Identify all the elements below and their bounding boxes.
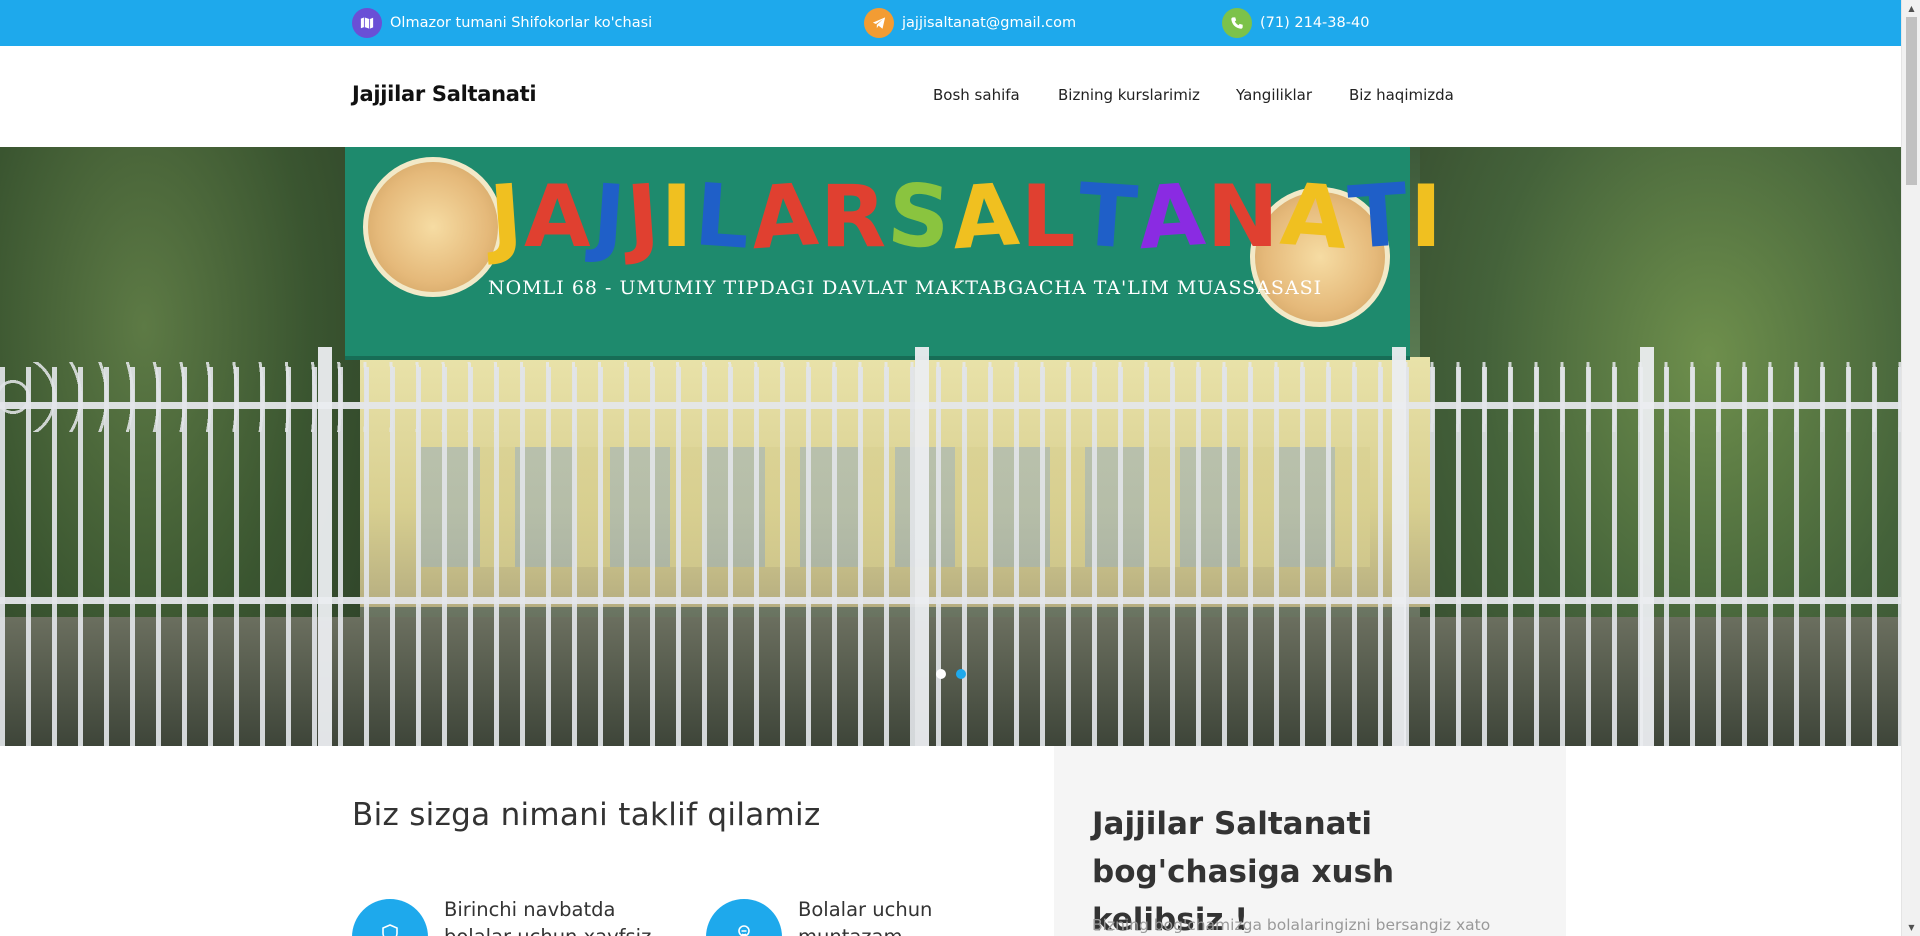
scroll-down-arrow-icon[interactable]: ▼ — [1902, 919, 1920, 936]
nav-link-news[interactable]: Yangiliklar — [1236, 86, 1312, 104]
site-logo[interactable]: Jajjilar Saltanati — [352, 82, 537, 106]
sign-letter: L — [1020, 167, 1078, 267]
sign-letter: I — [660, 167, 695, 267]
map-icon — [352, 8, 382, 38]
slider-dot[interactable] — [955, 669, 966, 679]
scroll-up-arrow-icon[interactable]: ▲ — [1902, 0, 1920, 17]
slider-dots — [0, 669, 1901, 679]
address-contact: Olmazor tumani Shifokorlar ko'chasi — [352, 8, 652, 38]
sign-letter: A — [948, 164, 1025, 270]
sign-letter: A — [747, 164, 824, 270]
sign-letter: R — [819, 167, 889, 267]
sign-letters: JAJJILARSALTANATI — [486, 164, 1444, 270]
telegram-icon — [864, 8, 894, 38]
top-contact-bar: Olmazor tumani Shifokorlar ko'chasi jajj… — [0, 0, 1901, 46]
nav-link-courses[interactable]: Bizning kurslarimiz — [1058, 86, 1200, 104]
phone-link[interactable]: (71) 214-38-40 — [1260, 15, 1369, 31]
scrollbar-thumb[interactable] — [1906, 17, 1917, 185]
hero-slider: JAJJILARSALTANATI NOMLI 68 - UMUMIY TIPD… — [0, 147, 1901, 746]
email-contact[interactable]: jajjisaltanat@gmail.com — [864, 8, 1076, 38]
nav-link-home[interactable]: Bosh sahifa — [933, 86, 1020, 104]
sign-letter: N — [1206, 167, 1281, 267]
sign-letter: S — [884, 164, 956, 270]
sign-subtitle: NOMLI 68 - UMUMIY TIPDAGI DAVLAT MAKTABG… — [488, 277, 1323, 299]
sign-letter: A — [1134, 164, 1211, 270]
phone-icon — [1222, 8, 1252, 38]
shield-icon — [352, 899, 428, 936]
sign-letter: J — [486, 165, 528, 269]
sign-letter: A — [1277, 164, 1353, 270]
slider-dot[interactable] — [935, 669, 946, 679]
address-text: Olmazor tumani Shifokorlar ko'chasi — [390, 15, 653, 31]
sign-letter: L — [691, 165, 755, 269]
sign-letter: I — [1409, 167, 1444, 267]
feature-text: Birinchi navbatda bolalar uchun xavfsiz — [444, 898, 651, 936]
welcome-text: Bizning bog'chamizga bolalaringizni bers… — [1092, 916, 1491, 934]
sign-letter: J — [623, 165, 665, 269]
offer-section-title: Biz sizga nimani taklif qilamiz — [352, 797, 821, 833]
sign-letter: T — [1345, 165, 1414, 269]
sign-child-photo-left — [363, 157, 503, 297]
nav-link-about[interactable]: Biz haqimizda — [1349, 86, 1454, 104]
sign-letter: A — [524, 167, 593, 267]
site-header: Jajjilar Saltanati Bosh sahifa Bizning k… — [0, 46, 1901, 147]
phone-contact[interactable]: (71) 214-38-40 — [1222, 8, 1369, 38]
page-scrollbar[interactable]: ▲ ▼ — [1901, 0, 1920, 936]
child-icon — [706, 899, 782, 936]
email-link[interactable]: jajjisaltanat@gmail.com — [902, 15, 1076, 31]
feature-text: Bolalar uchun muntazam — [798, 898, 933, 936]
welcome-panel: Jajjilar Saltanati bog'chasiga xush keli… — [1054, 746, 1566, 936]
sign-letter: T — [1074, 165, 1142, 269]
